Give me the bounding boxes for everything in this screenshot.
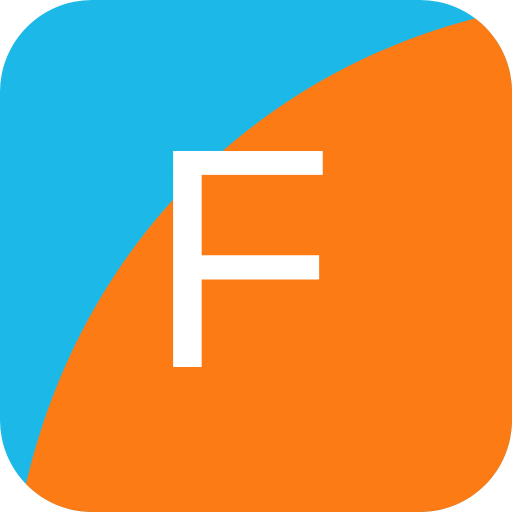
app-icon[interactable]: F	[0, 0, 512, 512]
app-icon-graphic	[0, 0, 512, 512]
